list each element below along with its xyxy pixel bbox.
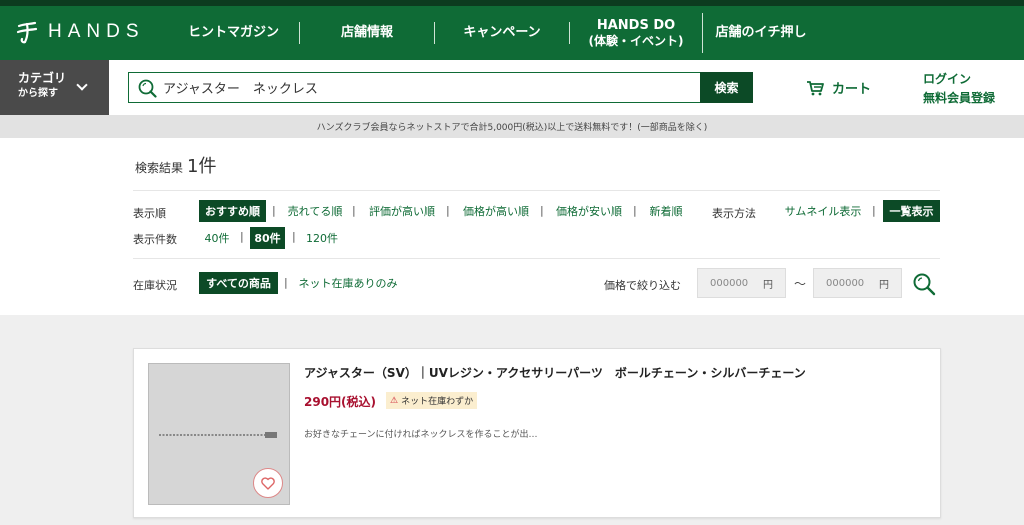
main-nav: ヒントマガジン 店舗情報 キャンペーン HANDS DO (体験・イベント) 店… [168, 6, 819, 60]
chain-image-icon [159, 432, 277, 438]
sort-option-recommended[interactable]: おすすめ順 [199, 200, 266, 222]
product-title[interactable]: アジャスター（SV）｜UVレジン・アクセサリーパーツ ボールチェーン・シルバーチ… [304, 364, 806, 381]
filter-panel: 検索結果 1件 表示順 おすすめ順 | 売れてる順 | 評価が高い順 | 価格が高… [0, 138, 1024, 315]
search-button[interactable]: 検索 [700, 72, 753, 103]
divider [133, 258, 940, 259]
nav-label: ヒントマガジン [187, 25, 279, 41]
result-count: 1件 [187, 156, 217, 177]
per-page-label: 表示件数 [133, 233, 177, 246]
yen-unit: 円 [879, 279, 889, 291]
separator: | [540, 204, 544, 217]
product-description: お好きなチェーンに付ければネックレスを作ることが出… [304, 430, 538, 440]
stock-text: ネット在庫わずか [401, 397, 474, 407]
product-image[interactable] [148, 363, 290, 505]
shipping-notice: ハンズクラブ会員ならネットストアで合計5,000円(税込)以上で送料無料です！(… [0, 115, 1024, 138]
category-label-line2: から探す [18, 87, 58, 99]
login-link[interactable]: ログイン [923, 70, 995, 89]
separator: | [352, 204, 356, 217]
sort-option-best-selling[interactable]: 売れてる順 [284, 200, 346, 222]
favorite-button[interactable] [253, 468, 283, 498]
hands-logo-icon [16, 21, 38, 44]
separator: | [446, 204, 450, 217]
separator: | [872, 204, 876, 217]
separator: | [284, 276, 288, 289]
nav-label: キャンペーン [463, 25, 541, 41]
warning-icon: ⚠ [390, 395, 399, 406]
yen-unit: 円 [763, 279, 773, 291]
stock-option-online-only[interactable]: ネット在庫ありのみ [296, 272, 400, 294]
nav-label: 店舗情報 [340, 25, 393, 41]
divider [133, 190, 940, 191]
nav-store-picks[interactable]: 店舗のイチ押し [703, 22, 819, 44]
search-box [128, 72, 701, 103]
display-option-thumbnail[interactable]: サムネイル表示 [781, 200, 865, 222]
sort-option-newest[interactable]: 新着順 [645, 200, 687, 222]
stock-badge: ⚠ ネット在庫わずか [386, 392, 478, 409]
category-browse-button[interactable]: カテゴリ から探す [0, 60, 109, 115]
price-max-placeholder: 000000 [826, 277, 865, 289]
cart-link[interactable]: カート [806, 78, 871, 97]
separator: | [240, 230, 244, 243]
sort-label: 表示順 [133, 207, 166, 220]
nav-hands-do[interactable]: HANDS DO (体験・イベント) [570, 13, 703, 53]
nav-label: 店舗のイチ押し [715, 25, 807, 41]
price-max-field[interactable]: 000000 円 [813, 268, 902, 298]
result-label: 検索結果 [135, 161, 184, 175]
price-search-icon[interactable] [912, 272, 936, 296]
product-price: 290円(税込) [304, 395, 377, 409]
cart-icon [807, 80, 824, 95]
stock-label: 在庫状況 [133, 279, 177, 292]
nav-hint-magazine[interactable]: ヒントマガジン [168, 22, 300, 44]
site-logo[interactable]: HANDS [16, 20, 145, 44]
per-page-120[interactable]: 120件 [302, 227, 342, 249]
stock-option-all[interactable]: すべての商品 [199, 272, 278, 294]
nav-sublabel: (体験・イベント) [588, 33, 684, 48]
range-tilde: 〜 [794, 277, 807, 291]
display-label: 表示方法 [712, 207, 756, 220]
nav-label: HANDS DO [596, 18, 676, 33]
sort-option-price-high[interactable]: 価格が高い順 [460, 200, 532, 222]
nav-store-info[interactable]: 店舗情報 [300, 22, 435, 44]
site-header: HANDS ヒントマガジン 店舗情報 キャンペーン HANDS DO (体験・イ… [0, 6, 1024, 60]
nav-campaign[interactable]: キャンペーン [435, 22, 570, 44]
result-summary: 検索結果 1件 [135, 152, 216, 178]
logo-text: HANDS [48, 21, 145, 42]
separator: | [633, 204, 637, 217]
register-link[interactable]: 無料会員登録 [923, 89, 995, 108]
search-input[interactable] [163, 73, 693, 102]
per-page-80[interactable]: 80件 [250, 227, 285, 249]
search-bar: カテゴリ から探す 検索 カート ログイン 無料会員登録 [0, 60, 1024, 115]
per-page-40[interactable]: 40件 [200, 227, 234, 249]
price-min-placeholder: 000000 [710, 277, 749, 289]
cart-label: カート [832, 82, 872, 97]
display-option-list[interactable]: 一覧表示 [883, 200, 940, 222]
sort-option-top-rated[interactable]: 評価が高い順 [366, 200, 438, 222]
heart-icon [261, 476, 275, 490]
search-icon [138, 79, 157, 98]
price-filter-label: 価格で絞り込む [604, 279, 681, 292]
separator: | [292, 230, 296, 243]
separator: | [272, 204, 276, 217]
account-links: ログイン 無料会員登録 [923, 70, 995, 108]
price-min-field[interactable]: 000000 円 [697, 268, 786, 298]
product-card: アジャスター（SV）｜UVレジン・アクセサリーパーツ ボールチェーン・シルバーチ… [133, 348, 941, 518]
category-label-line1: カテゴリ [18, 71, 67, 85]
sort-option-price-low[interactable]: 価格が安い順 [553, 200, 625, 222]
